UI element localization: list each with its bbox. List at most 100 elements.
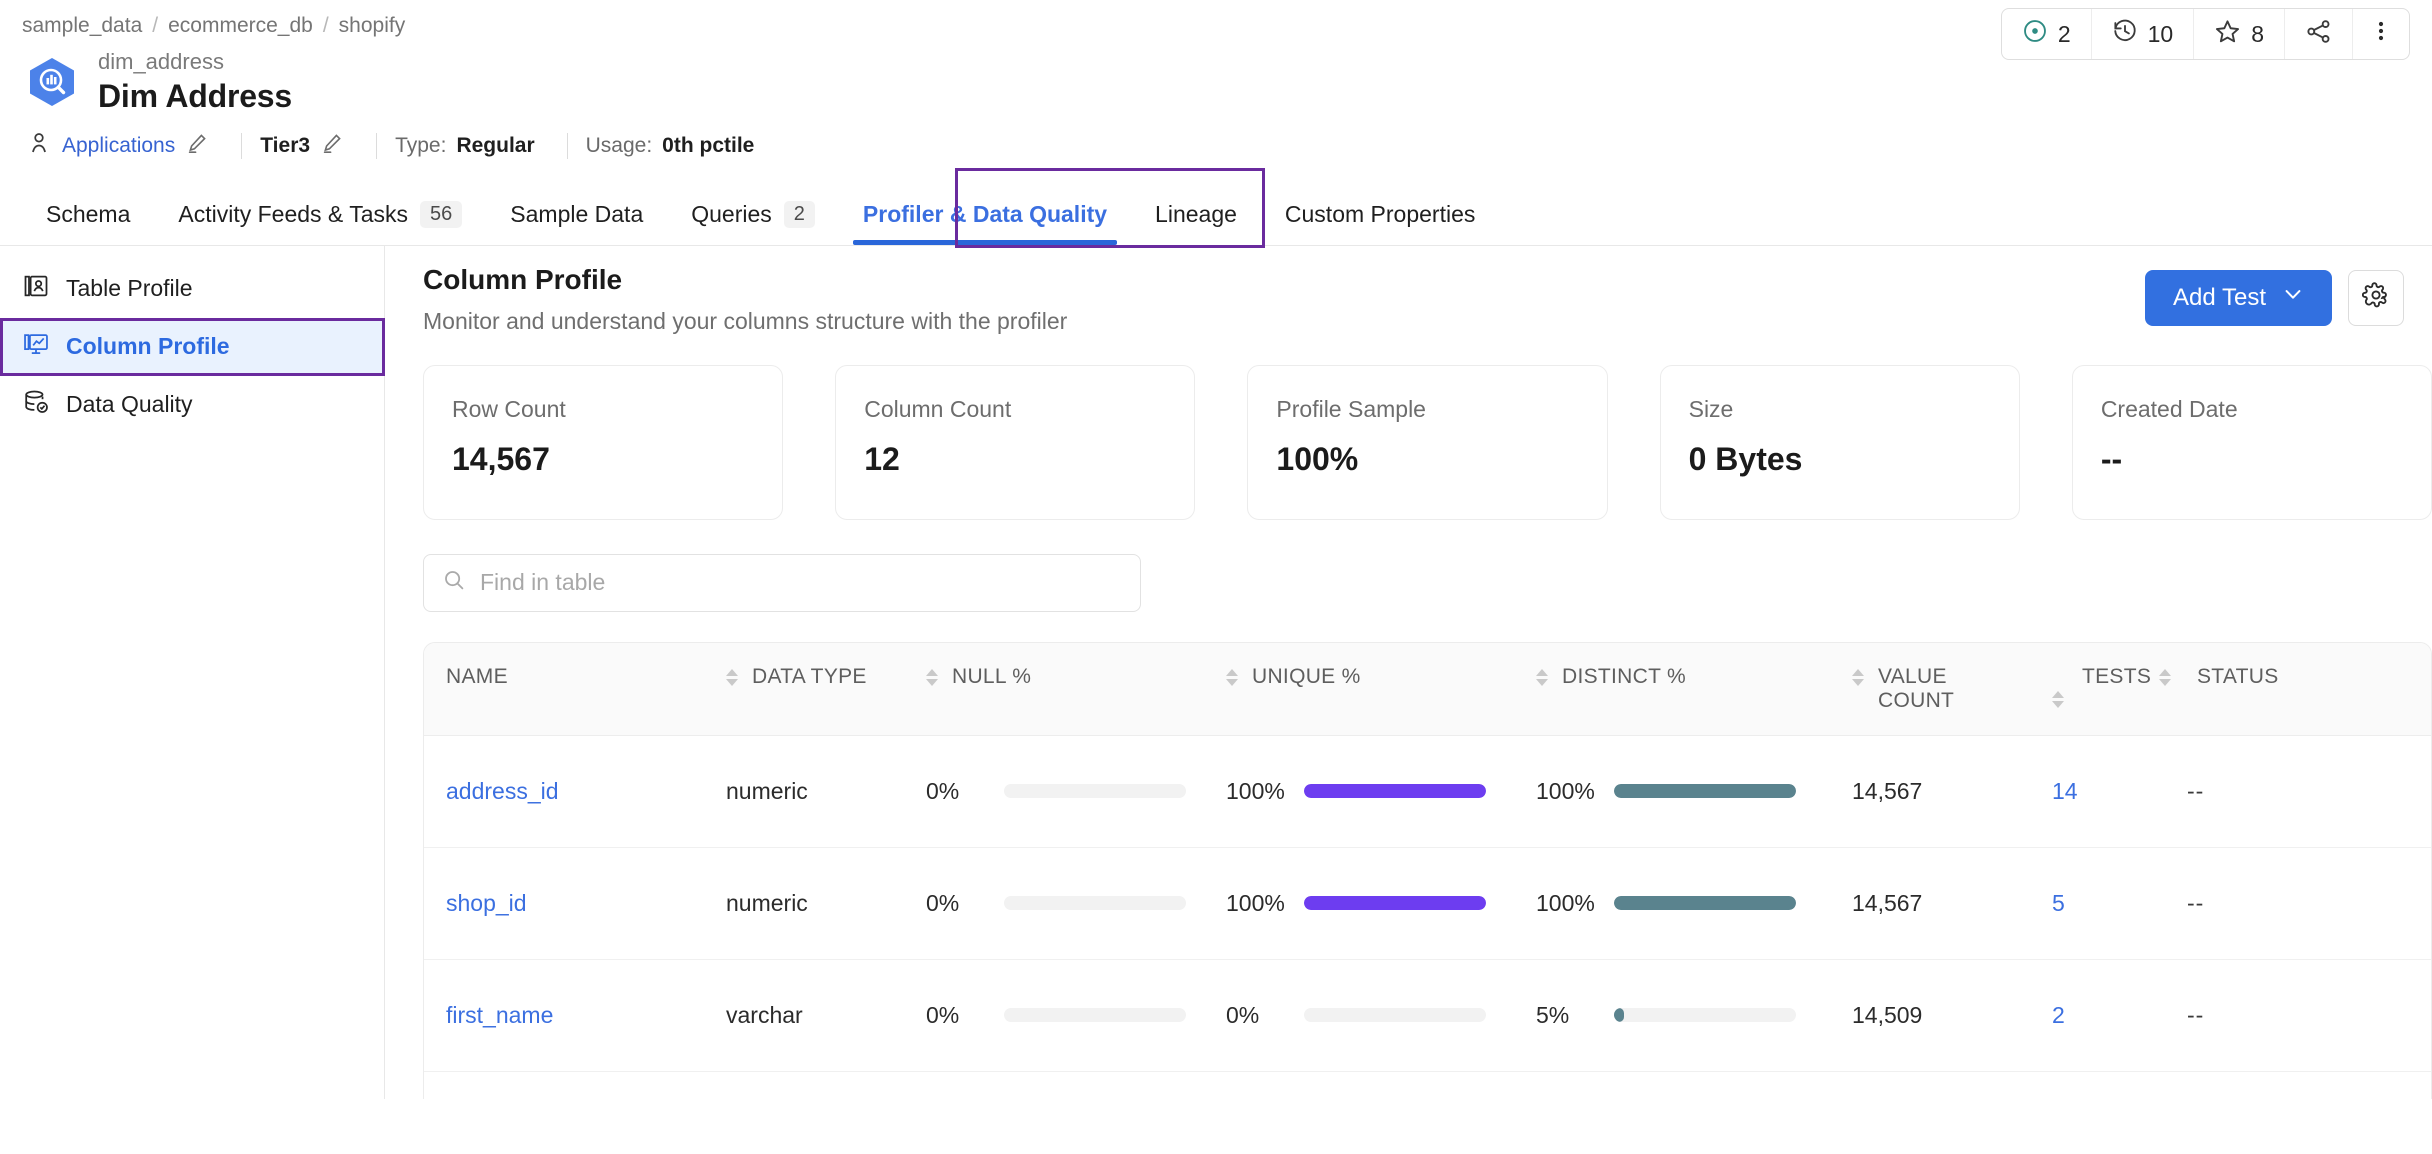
column-profile-panel: Column Profile Monitor and understand yo… bbox=[385, 246, 2432, 1099]
find-in-table-search[interactable] bbox=[423, 553, 1141, 612]
tab-label: Sample Data bbox=[510, 200, 644, 227]
breadcrumb-item-1[interactable]: ecommerce_db bbox=[168, 14, 313, 38]
breadcrumb-item-0[interactable]: sample_data bbox=[22, 14, 142, 38]
cell-data-type: varchar bbox=[726, 1001, 803, 1028]
cell-unique-pct: 100% bbox=[1226, 778, 1536, 805]
tests-count-link[interactable]: 5 bbox=[2052, 890, 2065, 917]
distinct-pct-value: 100% bbox=[1536, 889, 1595, 916]
column-header-data-type[interactable]: DATA TYPE bbox=[726, 643, 926, 735]
unique-pct-bar bbox=[1304, 1008, 1486, 1023]
tab-profiler-data-quality[interactable]: Profiler & Data Quality bbox=[839, 184, 1131, 245]
tab-label: Schema bbox=[46, 200, 131, 227]
sidebar-item-column-profile[interactable]: Column Profile bbox=[0, 317, 384, 376]
cell-unique-pct: 0% bbox=[1226, 1002, 1536, 1029]
kebab-menu-icon bbox=[2369, 19, 2393, 49]
follow-button[interactable]: 8 bbox=[2194, 9, 2285, 59]
page-title: Dim Address bbox=[98, 77, 293, 114]
cell-unique-pct: 100% bbox=[1226, 890, 1536, 917]
sort-toggle-distinct-pct[interactable] bbox=[1852, 668, 1864, 686]
table-row[interactable]: first_name varchar 0% 0% 5% 14,509 2 -- bbox=[424, 960, 2431, 1072]
cell-distinct-pct: 5% bbox=[1536, 1002, 1852, 1029]
column-header-tests[interactable]: TESTS bbox=[2052, 643, 2187, 735]
table-row[interactable]: last_name varchar 1% 80% 5% 14,509 bbox=[424, 1072, 2431, 1099]
tab-badge: 2 bbox=[783, 200, 815, 228]
entity-tab-bar: Schema Activity Feeds & Tasks 56 Sample … bbox=[0, 167, 2432, 248]
edit-tier-pencil-icon[interactable] bbox=[320, 131, 344, 161]
edit-owner-pencil-icon[interactable] bbox=[185, 131, 209, 161]
profiler-settings-button[interactable] bbox=[2348, 269, 2404, 326]
tab-activity-feeds-tasks[interactable]: Activity Feeds & Tasks 56 bbox=[154, 184, 486, 245]
cell-value-count: 14,567 bbox=[1852, 889, 1923, 916]
column-header-distinct-pct[interactable]: DISTINCT % bbox=[1536, 643, 1852, 735]
stat-card-created-date: Created Date -- bbox=[2071, 364, 2432, 520]
tests-count-link[interactable]: 14 bbox=[2052, 778, 2078, 805]
distinct-pct-bar bbox=[1614, 896, 1796, 911]
cell-value-count: 14,567 bbox=[1852, 777, 1923, 804]
top-action-bar: 2 10 8 bbox=[2000, 8, 2410, 60]
column-header-unique-pct[interactable]: UNIQUE % bbox=[1226, 643, 1536, 735]
stat-card-column-count: Column Count 12 bbox=[835, 364, 1196, 520]
cell-null-pct: 0% bbox=[926, 778, 1226, 805]
unique-pct-value: 100% bbox=[1226, 777, 1285, 804]
column-profile-icon bbox=[22, 330, 50, 364]
column-header-value-count[interactable]: VALUE COUNT bbox=[1852, 643, 2052, 735]
table-row[interactable]: address_id numeric 0% 100% 100% 14,567 1… bbox=[424, 736, 2431, 848]
owner-name[interactable]: Applications bbox=[62, 134, 175, 158]
sort-toggle-tests[interactable] bbox=[2159, 668, 2172, 686]
page-body: Table Profile Column Profile Data Qualit… bbox=[0, 245, 2432, 1099]
cell-status: -- bbox=[2187, 777, 2205, 804]
history-icon bbox=[2112, 18, 2138, 50]
column-name-link[interactable]: first_name bbox=[446, 1002, 553, 1029]
version-history-button[interactable]: 10 bbox=[2092, 9, 2195, 59]
stat-label: Created Date bbox=[2100, 395, 2238, 422]
stat-value: -- bbox=[2100, 440, 2123, 477]
type-chip: Type: Regular bbox=[395, 134, 549, 158]
cell-data-type: numeric bbox=[726, 889, 808, 916]
chevron-down-icon bbox=[2282, 283, 2304, 312]
more-options-button[interactable] bbox=[2353, 9, 2409, 59]
column-header-null-pct[interactable]: NULL % bbox=[926, 643, 1226, 735]
share-button[interactable] bbox=[2285, 9, 2353, 59]
tab-schema[interactable]: Schema bbox=[22, 184, 154, 245]
panel-subtitle: Monitor and understand your columns stru… bbox=[423, 307, 1068, 334]
sort-toggle-null-pct[interactable] bbox=[1226, 668, 1238, 686]
unique-pct-bar bbox=[1304, 896, 1486, 911]
sort-toggle-value-count[interactable] bbox=[2052, 690, 2064, 708]
cell-status: -- bbox=[2187, 889, 2205, 916]
tab-queries[interactable]: Queries 2 bbox=[667, 184, 839, 245]
table-row[interactable]: shop_id numeric 0% 100% 100% 14,567 5 -- bbox=[424, 848, 2431, 960]
null-pct-value: 0% bbox=[926, 889, 960, 916]
stat-value: 0 Bytes bbox=[1688, 440, 1803, 477]
tab-lineage[interactable]: Lineage bbox=[1131, 184, 1261, 245]
stat-value: 12 bbox=[864, 440, 900, 477]
search-icon bbox=[442, 568, 466, 598]
column-name-link[interactable]: shop_id bbox=[446, 890, 527, 917]
sidebar-item-table-profile[interactable]: Table Profile bbox=[0, 260, 384, 318]
column-header-name[interactable]: NAME bbox=[424, 643, 726, 735]
tab-custom-properties[interactable]: Custom Properties bbox=[1261, 184, 1499, 245]
stat-value: 14,567 bbox=[452, 440, 550, 477]
search-input[interactable] bbox=[480, 569, 1122, 597]
sidebar-item-label: Data Quality bbox=[66, 391, 193, 418]
unique-pct-value: 100% bbox=[1226, 889, 1285, 916]
column-name-link[interactable]: address_id bbox=[446, 778, 559, 805]
type-label: Type: bbox=[395, 133, 447, 157]
null-pct-bar bbox=[1004, 1008, 1186, 1023]
sort-toggle-data-type[interactable] bbox=[926, 668, 938, 686]
announcement-button[interactable]: 2 bbox=[2002, 9, 2092, 59]
breadcrumb-item-2[interactable]: shopify bbox=[339, 14, 406, 38]
meta-divider bbox=[566, 132, 568, 159]
table-body: address_id numeric 0% 100% 100% 14,567 1… bbox=[424, 736, 2431, 1099]
sort-toggle-unique-pct[interactable] bbox=[1536, 668, 1548, 686]
sidebar-item-data-quality[interactable]: Data Quality bbox=[0, 376, 384, 434]
tier-chip[interactable]: Tier3 bbox=[260, 131, 358, 161]
meta-divider bbox=[241, 132, 243, 159]
sort-toggle-name[interactable] bbox=[726, 668, 738, 686]
add-test-button[interactable]: Add Test bbox=[2145, 269, 2332, 326]
null-pct-bar bbox=[1004, 784, 1186, 799]
tab-label: Queries bbox=[691, 200, 772, 227]
cell-value-count: 14,509 bbox=[1852, 1001, 1923, 1028]
tab-sample-data[interactable]: Sample Data bbox=[486, 184, 667, 245]
owner-chip[interactable]: Applications bbox=[26, 130, 223, 162]
tests-count-link[interactable]: 2 bbox=[2052, 1002, 2065, 1029]
